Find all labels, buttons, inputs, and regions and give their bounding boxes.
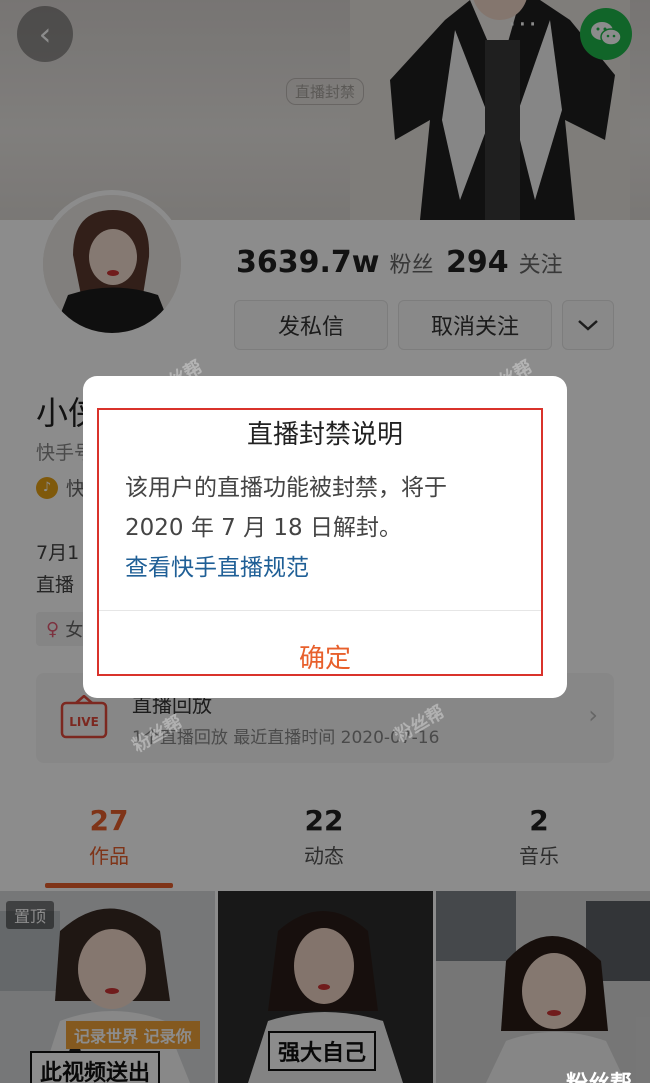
dialog-message-line-2: 2020 年 7 月 18 日解封。 (125, 515, 402, 541)
confirm-button[interactable]: 确定 (83, 638, 567, 675)
live-ban-dialog: 直播封禁说明 该用户的直播功能被封禁，将于 2020 年 7 月 18 日解封。… (83, 376, 567, 698)
dialog-title: 直播封禁说明 (246, 420, 403, 450)
profile-page: ‹ ··· 直播封禁 3639.7w 粉丝 294 关注 发私信 取消关注 小侠… (0, 0, 650, 1083)
live-rules-link[interactable]: 查看快手直播规范 (125, 548, 309, 582)
dialog-divider (99, 610, 541, 611)
watermark-corner: 粉丝帮 (566, 1066, 632, 1083)
dialog-message-line-1: 该用户的直播功能被封禁，将于 (125, 475, 447, 501)
